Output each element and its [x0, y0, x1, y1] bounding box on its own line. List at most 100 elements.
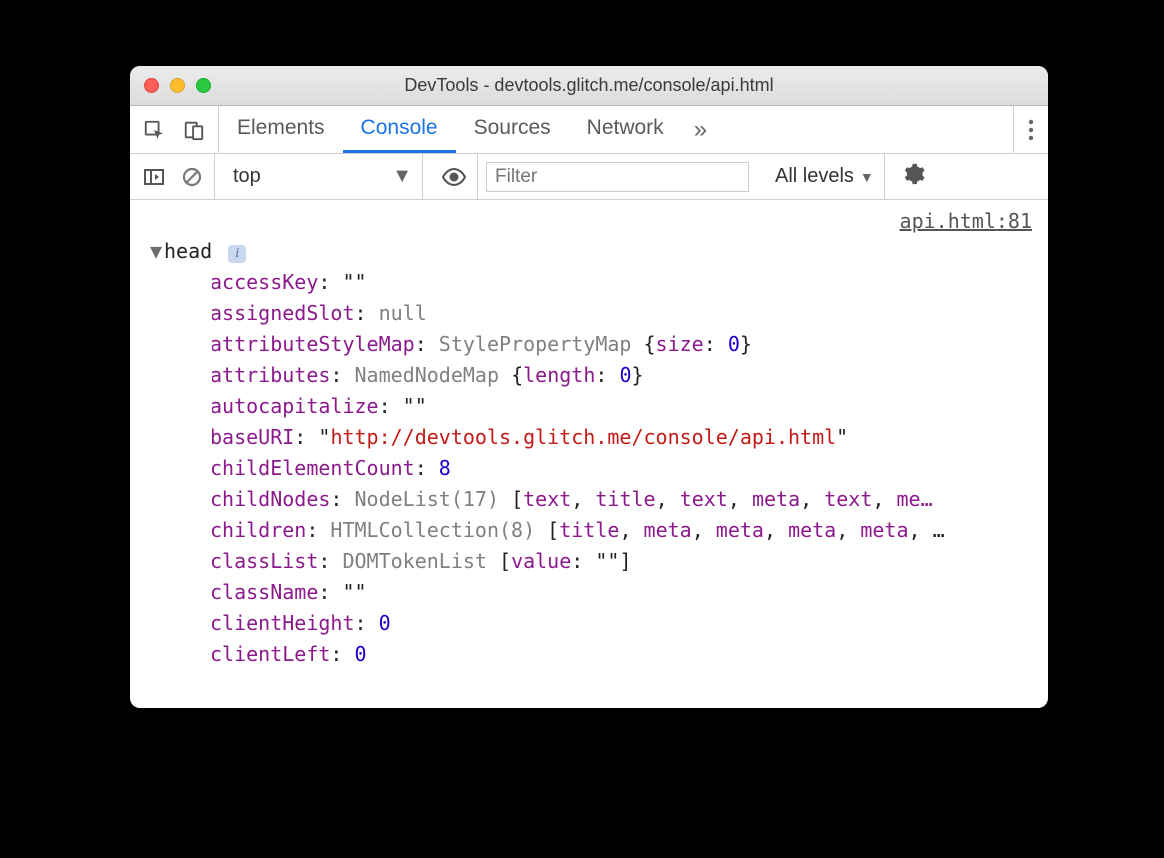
property-value-token: http://devtools.glitch.me/console/api.ht…	[330, 425, 836, 449]
property-row[interactable]: ▶attributeStyleMap: StylePropertyMap {si…	[212, 329, 1038, 360]
property-row: accessKey: ""	[212, 267, 1038, 298]
property-value-token: size	[656, 332, 704, 356]
property-key: accessKey	[212, 270, 318, 294]
property-row[interactable]: ▶childNodes: NodeList(17) [text, title, …	[212, 484, 1038, 515]
property-value-token: {	[644, 332, 656, 356]
tab-elements[interactable]: Elements	[219, 106, 343, 153]
property-key: attributeStyleMap	[212, 332, 415, 356]
console-output: api.html:81 ▼head i accessKey: ""assigne…	[130, 200, 1048, 708]
property-key: attributes	[212, 363, 330, 387]
property-value-token: "	[415, 394, 427, 418]
property-value-token: NamedNodeMap	[355, 363, 512, 387]
tabs-overflow-icon[interactable]: »	[682, 106, 719, 153]
property-value-token: ]	[619, 549, 631, 573]
property-value-token: :	[704, 332, 728, 356]
disclosure-triangle-open-icon[interactable]: ▼	[150, 236, 162, 267]
inspect-element-icon[interactable]	[140, 116, 168, 144]
property-value-token: "	[595, 549, 607, 573]
property-value-token: [	[499, 549, 511, 573]
property-value-token: ,	[571, 487, 595, 511]
property-value-token: title	[559, 518, 619, 542]
clear-console-icon[interactable]	[178, 163, 206, 191]
filter-input[interactable]	[486, 162, 749, 192]
settings-gear-icon[interactable]	[893, 163, 933, 191]
property-value-token: meta	[644, 518, 692, 542]
devtools-window: DevTools - devtools.glitch.me/console/ap…	[130, 66, 1048, 708]
property-value-token: meta	[860, 518, 908, 542]
property-value-token: meta	[752, 487, 800, 511]
property-value-token: text	[824, 487, 872, 511]
property-value-token: "	[607, 549, 619, 573]
window-title: DevTools - devtools.glitch.me/console/ap…	[130, 75, 1048, 96]
tab-sources[interactable]: Sources	[456, 106, 569, 153]
property-key: className	[212, 580, 318, 604]
panel-tabbar: Elements Console Sources Network »	[130, 106, 1048, 154]
property-value-token: ,	[764, 518, 788, 542]
property-value-token: ,	[619, 518, 643, 542]
property-value-token: 0	[379, 611, 391, 635]
property-row[interactable]: ▶classList: DOMTokenList [value: ""]	[212, 546, 1038, 577]
live-expression-icon[interactable]	[431, 154, 478, 199]
property-key: classList	[212, 549, 318, 573]
property-key: autocapitalize	[212, 394, 379, 418]
log-levels-label: All levels	[775, 165, 854, 188]
property-value-token: }	[632, 363, 644, 387]
property-value-token: 0	[619, 363, 631, 387]
property-value-token: "	[342, 580, 354, 604]
property-value-token: text	[680, 487, 728, 511]
property-value-token: HTMLCollection(8)	[330, 518, 547, 542]
property-row[interactable]: ▶attributes: NamedNodeMap {length: 0}	[212, 360, 1038, 391]
object-properties: accessKey: ""assignedSlot: null▶attribut…	[150, 267, 1038, 670]
tabbar-left-tools	[130, 106, 219, 153]
property-value-token: :	[571, 549, 595, 573]
property-value-token: title	[595, 487, 655, 511]
tab-console[interactable]: Console	[343, 106, 456, 153]
property-row: childElementCount: 8	[212, 453, 1038, 484]
property-value-token: meta	[788, 518, 836, 542]
property-row: clientLeft: 0	[212, 639, 1038, 670]
property-row[interactable]: ▶children: HTMLCollection(8) [title, met…	[212, 515, 1038, 546]
source-link[interactable]: api.html:81	[900, 206, 1032, 237]
property-value-token: null	[379, 301, 427, 325]
property-value-token: meta	[716, 518, 764, 542]
property-value-token: 0	[355, 642, 367, 666]
property-value-token: "	[836, 425, 848, 449]
property-row: clientHeight: 0	[212, 608, 1038, 639]
property-value-token: ,	[692, 518, 716, 542]
property-value-token: {	[511, 363, 523, 387]
property-key: clientLeft	[212, 642, 330, 666]
property-value-token: "	[318, 425, 330, 449]
property-value-token: :	[595, 363, 619, 387]
sidebar-toggle-icon[interactable]	[140, 163, 168, 191]
property-value-token: NodeList(17)	[355, 487, 512, 511]
property-value-token: [	[547, 518, 559, 542]
info-badge-icon[interactable]: i	[228, 245, 246, 263]
chevron-down-icon: ▼	[392, 165, 412, 188]
property-value-token: length	[523, 363, 595, 387]
property-value-token: [	[511, 487, 523, 511]
panel-tabs: Elements Console Sources Network »	[219, 106, 1013, 153]
property-value-token: value	[511, 549, 571, 573]
log-levels-selector[interactable]: All levels ▼	[765, 154, 885, 199]
close-icon[interactable]	[144, 78, 159, 93]
property-value-token: ,	[872, 487, 896, 511]
tab-network[interactable]: Network	[569, 106, 682, 153]
zoom-icon[interactable]	[196, 78, 211, 93]
property-value-token: StylePropertyMap	[439, 332, 644, 356]
minimize-icon[interactable]	[170, 78, 185, 93]
property-value-token: "	[355, 270, 367, 294]
context-selector[interactable]: top ▼	[223, 154, 423, 199]
object-root[interactable]: ▼head i	[150, 236, 1038, 267]
property-value-token: "	[355, 580, 367, 604]
property-value-token: }	[740, 332, 752, 356]
property-value-token: DOMTokenList	[342, 549, 499, 573]
property-value-token: 0	[728, 332, 740, 356]
object-label: head	[164, 239, 212, 263]
property-value-token: ,	[836, 518, 860, 542]
property-row: assignedSlot: null	[212, 298, 1038, 329]
property-key: clientHeight	[212, 611, 355, 635]
kebab-menu-icon[interactable]	[1013, 106, 1048, 153]
property-key: childElementCount	[212, 456, 415, 480]
property-value-token: me…	[896, 487, 932, 511]
device-toggle-icon[interactable]	[180, 116, 208, 144]
